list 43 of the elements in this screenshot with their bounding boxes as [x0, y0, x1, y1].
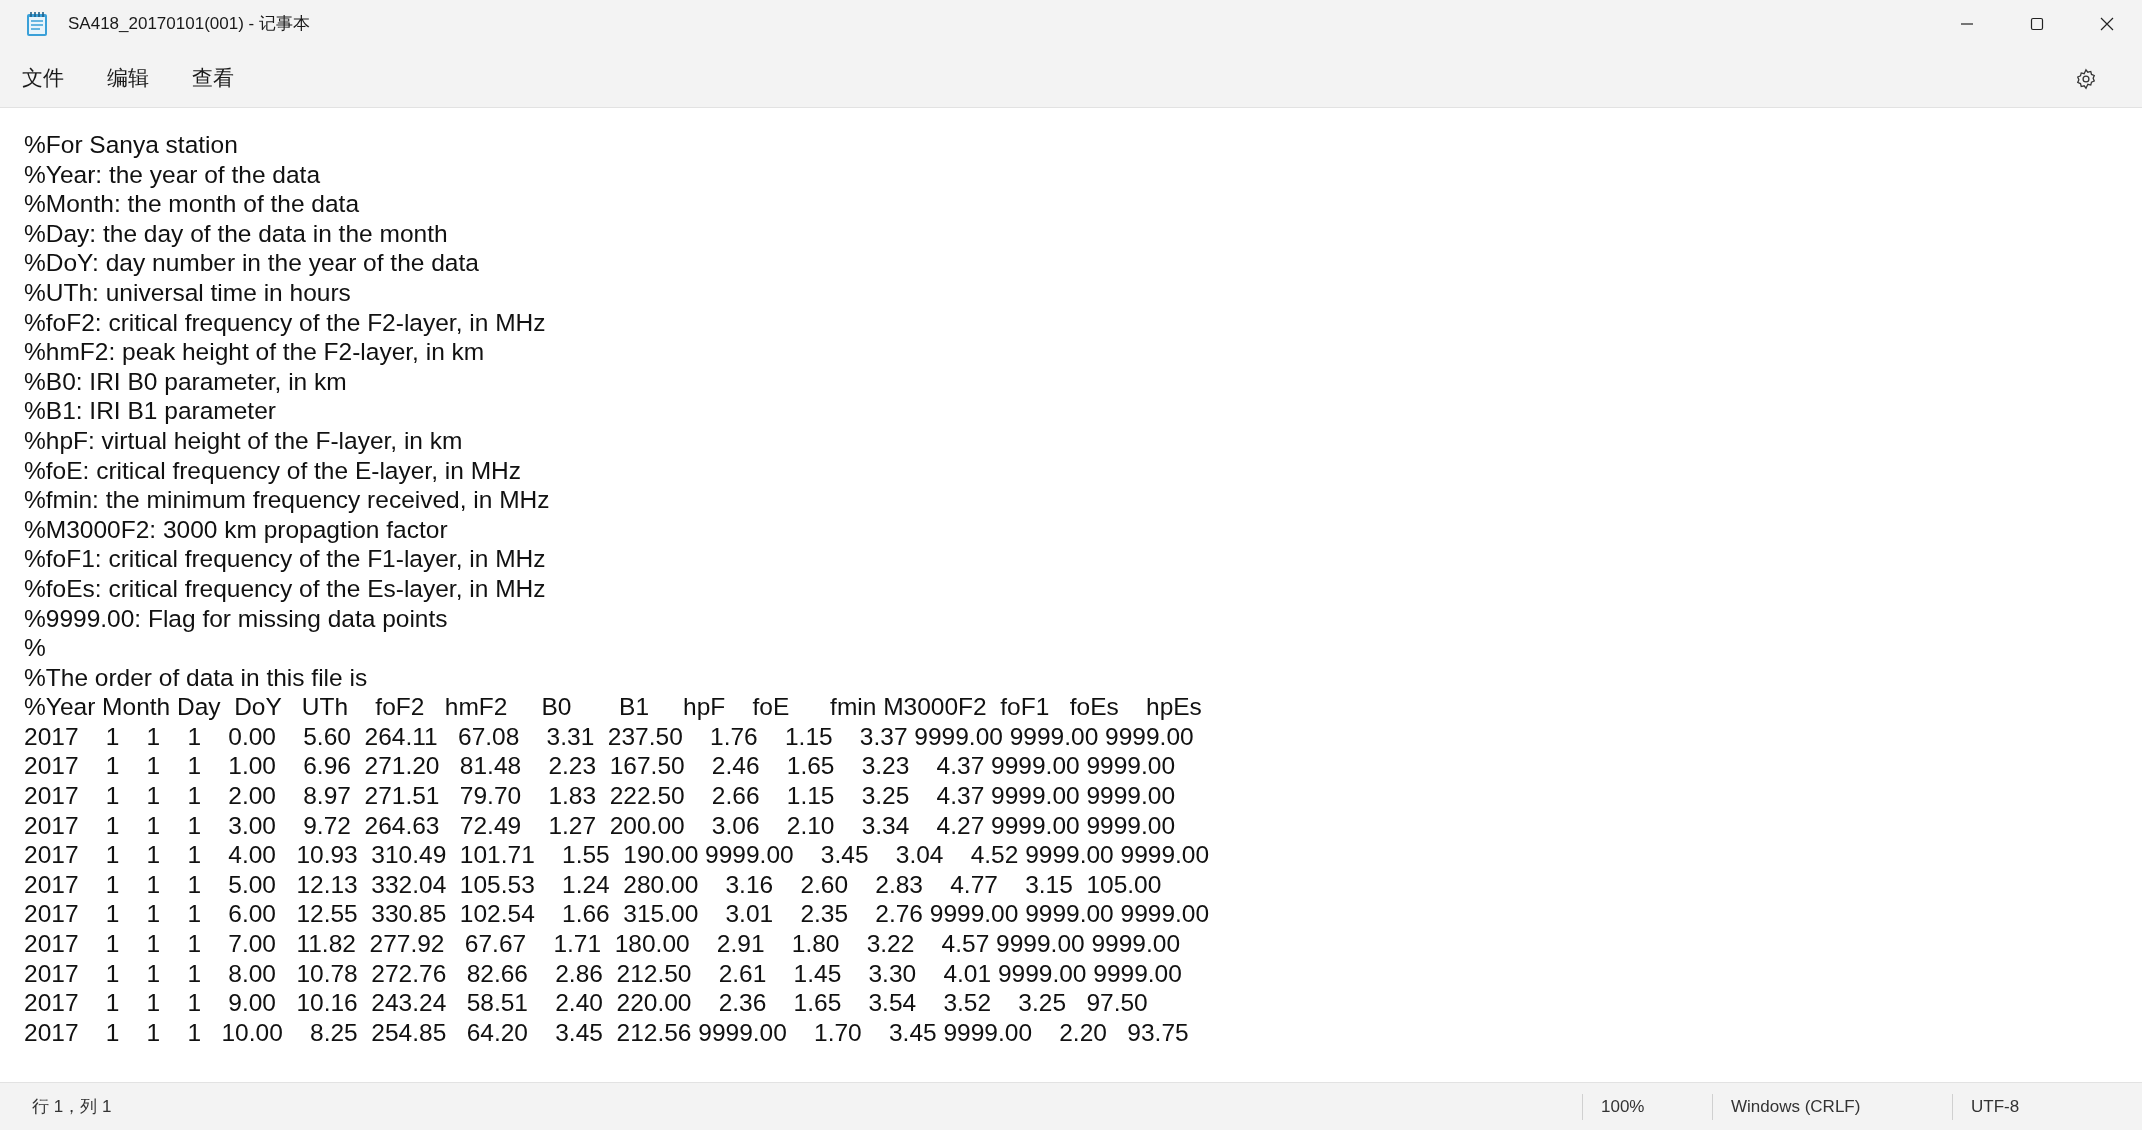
cursor-position: 行 1，列 1: [31, 1095, 112, 1118]
text-line: %Year: the year of the data: [24, 159, 321, 190]
text-line: %fmin: the minimum frequency received, in MHz: [24, 485, 550, 515]
text-line: %The order of data in this file is: [24, 662, 368, 693]
text-line: %B0: IRI B0 parameter, in km: [24, 366, 347, 397]
text-line: 2017 1 1 1 6.00 12.55 330.85 102.54 1.66 315.00 3.01 2.35 2.76 9999.00 9999.00 9999.00: [24, 899, 1210, 930]
menu-item[interactable]: 查看: [182, 57, 244, 98]
text-line: 2017 1 1 1 7.00 11.82 277.92 67.67 1.71 180.00 2.91 1.80 3.22 4.57 9999.00 9999.00: [24, 929, 1180, 959]
window-title: SA418_20170101(001) - 记事本: [68, 13, 310, 36]
text-line: 2017 1 1 1 3.00 9.72 264.63 72.49 1.27 200.00 3.06 2.10 3.34 4.27 9999.00 9999.00: [24, 810, 1175, 841]
text-line: 2017 1 1 1 9.00 10.16 243.24 58.51 2.40 220.00 2.36 1.65 3.54 3.52 3.25 97.50: [24, 988, 1148, 1018]
maximize-icon: [2030, 17, 2044, 31]
text-line: 2017 1 1 1 10.00 8.25 254.85 64.20 3.45 212.56 9999.00 1.70 3.45 9999.00 2.20 93.75: [24, 1017, 1189, 1048]
text-line: %: [24, 633, 46, 663]
menu-item[interactable]: 文件: [12, 57, 74, 98]
text-line: %DoY: day number in the year of the data: [24, 248, 479, 278]
text-line: %hmF2: peak height of the F2-layer, in km: [24, 337, 485, 367]
encoding: UTF-8: [1971, 1095, 2020, 1118]
text-line: %foF1: critical frequency of the F1-layer, in MHz: [24, 544, 546, 574]
text-line: 2017 1 1 1 4.00 10.93 310.49 101.71 1.55 190.00 9999.00 3.45 3.04 4.52 9999.00 9999.00: [24, 840, 1210, 870]
text-line: %foEs: critical frequency of the Es-layer, in MHz: [24, 573, 546, 604]
text-line: %hpF: virtual height of the F-layer, in km: [24, 425, 463, 456]
close-icon: [2100, 17, 2114, 31]
text-line: %Month: the month of the data: [24, 189, 360, 219]
text-line: %Day: the day of the data in the month: [24, 218, 448, 249]
text-line: 2017 1 1 1 0.00 5.60 264.11 67.08 3.31 237.50 1.76 1.15 3.37 9999.00 9999.00 9999.00: [24, 721, 1194, 752]
notepad-icon: [26, 11, 48, 37]
text-line: %UTh: universal time in hours: [24, 277, 351, 308]
text-line: %Year Month Day DoY UTh foF2 hmF2 B0 B1 hpF foE fmin M3000F2 foF1 foEs hpEs: [24, 692, 1202, 722]
text-line: 2017 1 1 1 2.00 8.97 271.51 79.70 1.83 222.50 2.66 1.15 3.25 4.37 9999.00 9999.00: [24, 781, 1175, 811]
text-line: %foE: critical frequency of the E-layer, in MHz: [24, 455, 521, 486]
text-line: %9999.00: Flag for missing data points: [24, 603, 448, 634]
settings-icon: [2075, 68, 2097, 91]
menu-item[interactable]: 编辑: [97, 57, 159, 98]
text-line: %foF2: critical frequency of the F2-layer, in MHz: [24, 307, 546, 338]
text-line: %M3000F2: 3000 km propagtion factor: [24, 514, 448, 545]
text-line: 2017 1 1 1 5.00 12.13 332.04 105.53 1.24 280.00 3.16 2.60 2.83 4.77 3.15 105.00: [24, 869, 1162, 900]
text-line: %For Sanya station: [24, 130, 238, 160]
line-ending: Windows (CRLF): [1731, 1095, 1861, 1118]
zoom-level: 100%: [1601, 1095, 1645, 1118]
text-line: 2017 1 1 1 1.00 6.96 271.20 81.48 2.23 167.50 2.46 1.65 3.23 4.37 9999.00 9999.00: [24, 751, 1175, 782]
text-line: 2017 1 1 1 8.00 10.78 272.76 82.66 2.86 212.50 2.61 1.45 3.30 4.01 9999.00 9999.00: [24, 958, 1182, 989]
text-line: %B1: IRI B1 parameter: [24, 396, 276, 426]
